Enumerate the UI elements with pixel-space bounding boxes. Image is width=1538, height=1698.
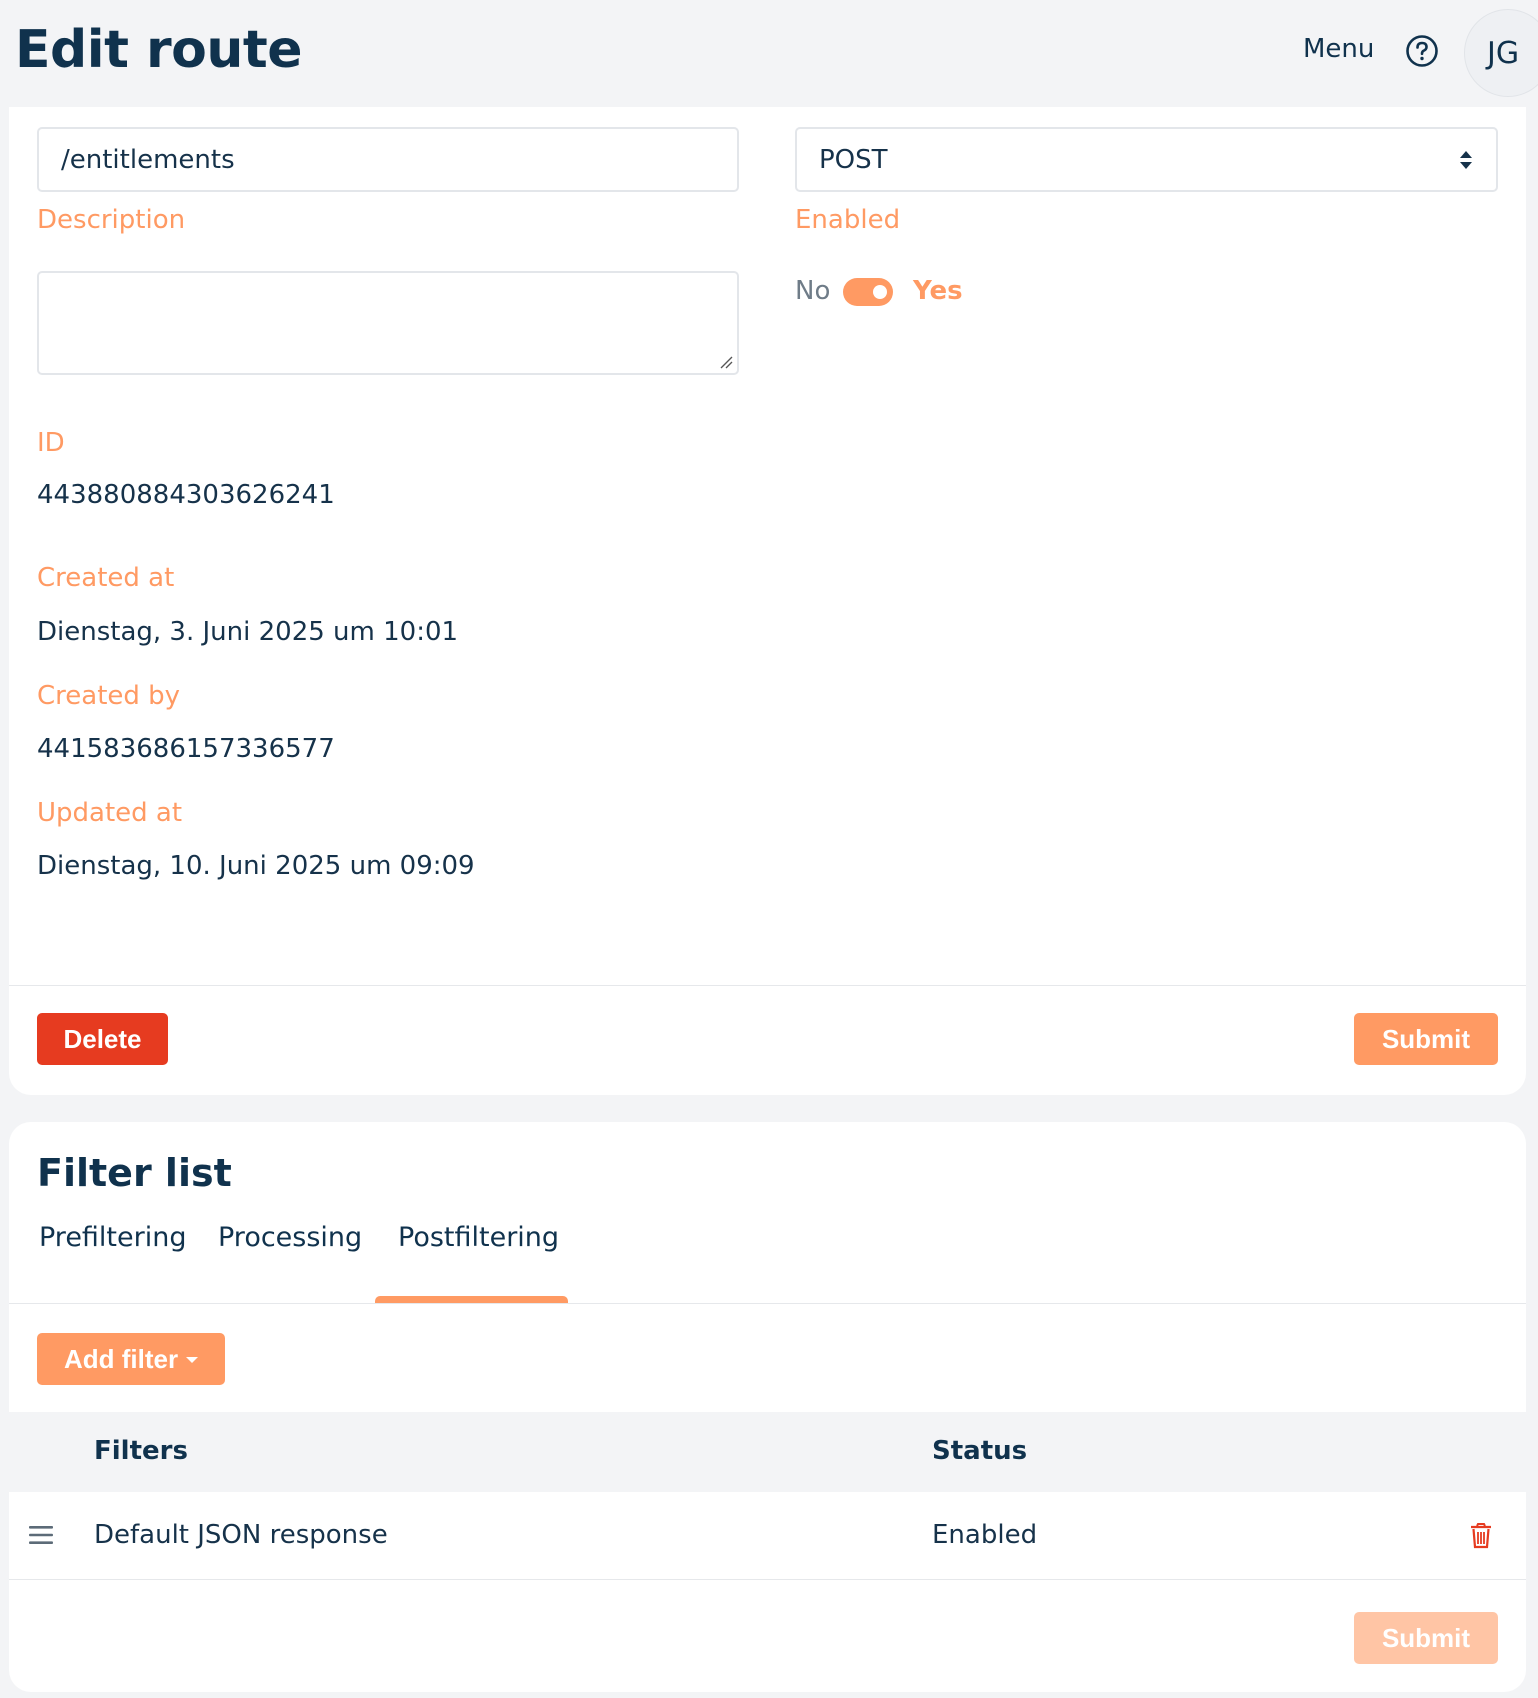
enabled-off-label: No xyxy=(795,276,831,306)
path-input[interactable]: /entitlements xyxy=(37,127,739,192)
id-label: ID xyxy=(37,428,65,458)
submit-button[interactable]: Submit xyxy=(1354,1013,1498,1065)
tab-prefiltering[interactable]: Prefiltering xyxy=(39,1222,187,1272)
menu-link[interactable]: Menu xyxy=(1303,34,1374,64)
card-divider xyxy=(9,985,1526,986)
tabs-divider xyxy=(9,1303,1526,1304)
page-title: Edit route xyxy=(15,20,303,80)
caret-down-icon xyxy=(186,1357,199,1363)
description-label: Description xyxy=(37,205,186,235)
filters-submit-button[interactable]: Submit xyxy=(1354,1612,1498,1664)
enabled-on-label: Yes xyxy=(913,276,963,306)
tab-postfiltering[interactable]: Postfiltering xyxy=(398,1222,559,1272)
select-arrows-icon xyxy=(1460,151,1472,169)
add-filter-label: Add filter xyxy=(64,1343,179,1374)
trash-icon[interactable] xyxy=(1470,1523,1492,1549)
filter-name[interactable]: Default JSON response xyxy=(94,1520,388,1550)
updated-at-value: Dienstag, 10. Juni 2025 um 09:09 xyxy=(37,851,475,881)
updated-at-label: Updated at xyxy=(37,798,183,828)
table-header: Filters Status xyxy=(9,1412,1526,1492)
filter-list-title: Filter list xyxy=(37,1151,232,1195)
toggle-knob xyxy=(873,285,887,299)
column-header-status: Status xyxy=(932,1436,1028,1466)
route-form-card: /entitlements POST Description Enabled N… xyxy=(9,60,1526,1095)
path-input-value: /entitlements xyxy=(61,144,235,175)
drag-handle-icon[interactable] xyxy=(29,1525,53,1545)
add-filter-button[interactable]: Add filter xyxy=(37,1333,225,1385)
table-row: Default JSON response Enabled xyxy=(9,1492,1526,1580)
enabled-toggle[interactable] xyxy=(843,278,893,306)
tab-processing[interactable]: Processing xyxy=(218,1222,362,1272)
filter-list-card: Filter list Prefiltering Processing Post… xyxy=(9,1122,1526,1692)
method-select-value: POST xyxy=(819,144,888,175)
filter-status: Enabled xyxy=(932,1520,1038,1550)
method-select[interactable]: POST xyxy=(795,127,1498,192)
enabled-label: Enabled xyxy=(795,205,901,235)
column-header-filters: Filters xyxy=(94,1436,188,1466)
created-by-label: Created by xyxy=(37,681,181,711)
resize-handle-icon[interactable] xyxy=(719,355,733,369)
avatar[interactable]: JG xyxy=(1464,9,1538,97)
created-at-label: Created at xyxy=(37,563,175,593)
delete-button[interactable]: Delete xyxy=(37,1013,168,1065)
created-at-value: Dienstag, 3. Juni 2025 um 10:01 xyxy=(37,617,459,647)
description-textarea[interactable] xyxy=(37,271,739,375)
question-circle-icon[interactable] xyxy=(1405,34,1439,68)
id-value: 443880884303626241 xyxy=(37,480,335,510)
created-by-value: 441583686157336577 xyxy=(37,734,335,764)
page-header: Edit route Menu JG xyxy=(0,0,1538,107)
